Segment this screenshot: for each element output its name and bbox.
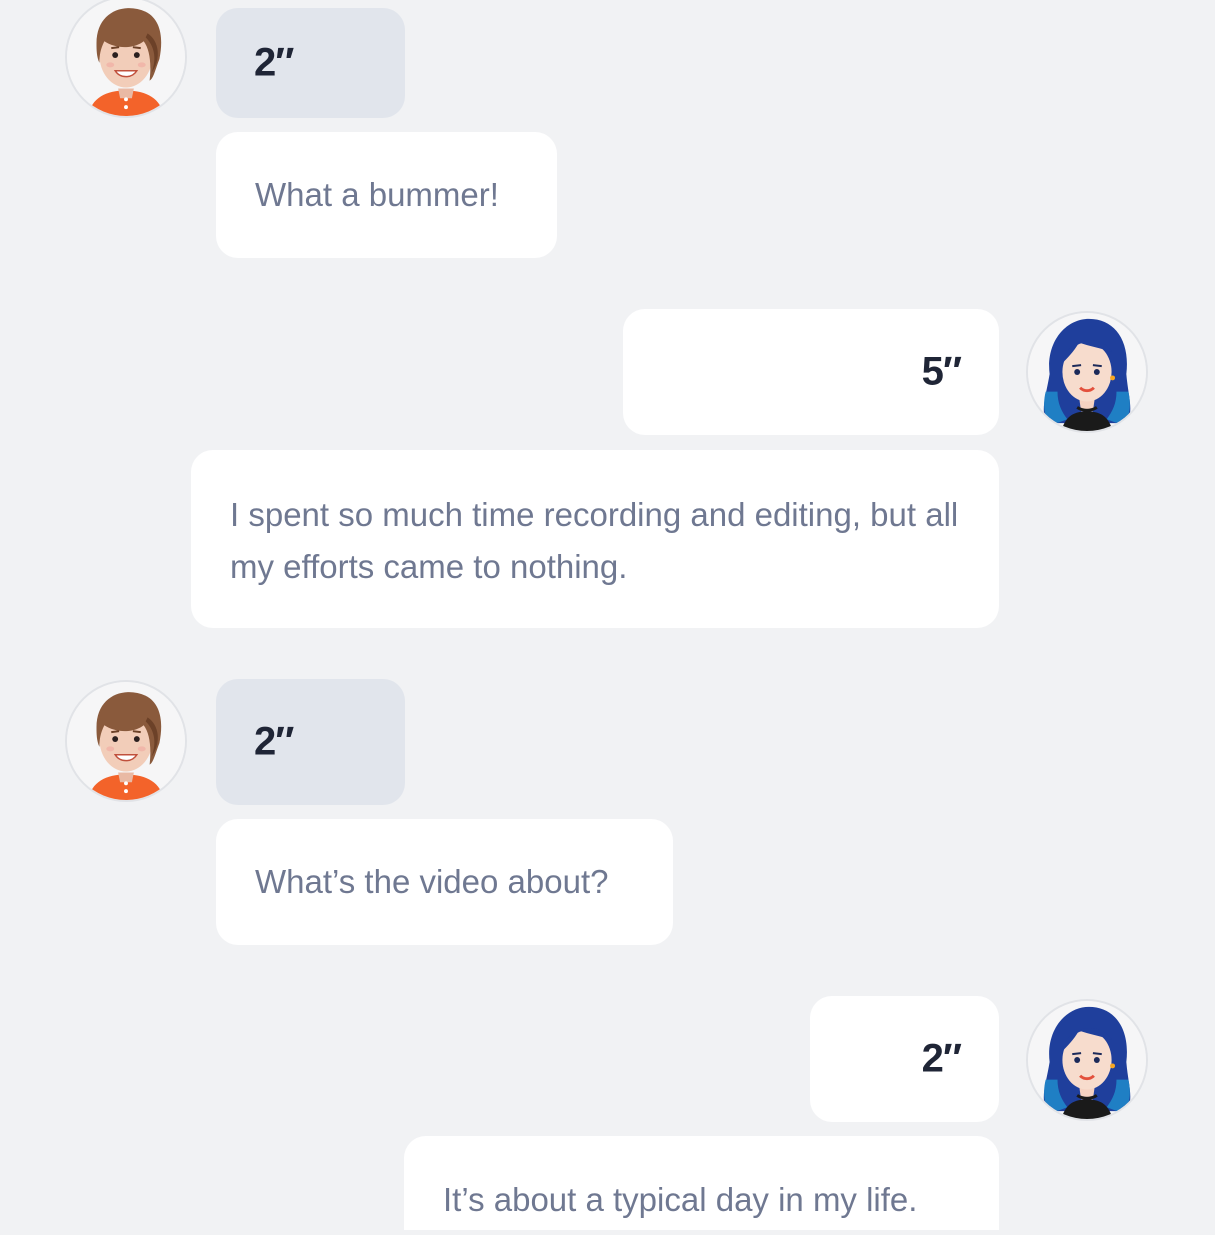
text-message: I spent so much time recording and editi… (191, 450, 999, 628)
text-message: What a bummer! (216, 132, 557, 258)
message-text: What’s the video about? (255, 863, 609, 900)
voice-duration: 5″ (921, 349, 962, 394)
voice-message[interactable]: 2″ (216, 679, 405, 805)
text-message: What’s the video about? (216, 819, 673, 945)
chat-thread: 2″ What a bummer! 5″ I spent so much tim… (0, 0, 1215, 1230)
voice-duration: 2″ (921, 1036, 962, 1081)
girl-avatar-icon[interactable] (1026, 999, 1148, 1121)
message-text: What a bummer! (255, 176, 499, 213)
voice-message[interactable]: 5″ (623, 309, 999, 435)
message-text: I spent so much time recording and editi… (230, 496, 959, 585)
boy-avatar-icon[interactable] (65, 0, 187, 118)
girl-avatar-icon[interactable] (1026, 311, 1148, 433)
boy-avatar-icon[interactable] (65, 680, 187, 802)
voice-message[interactable]: 2″ (216, 8, 405, 118)
text-message: It’s about a typical day in my life. (404, 1136, 999, 1230)
voice-duration: 2″ (254, 40, 294, 85)
message-text: It’s about a typical day in my life. (443, 1181, 918, 1218)
voice-duration: 2″ (254, 719, 294, 764)
voice-message[interactable]: 2″ (810, 996, 999, 1122)
